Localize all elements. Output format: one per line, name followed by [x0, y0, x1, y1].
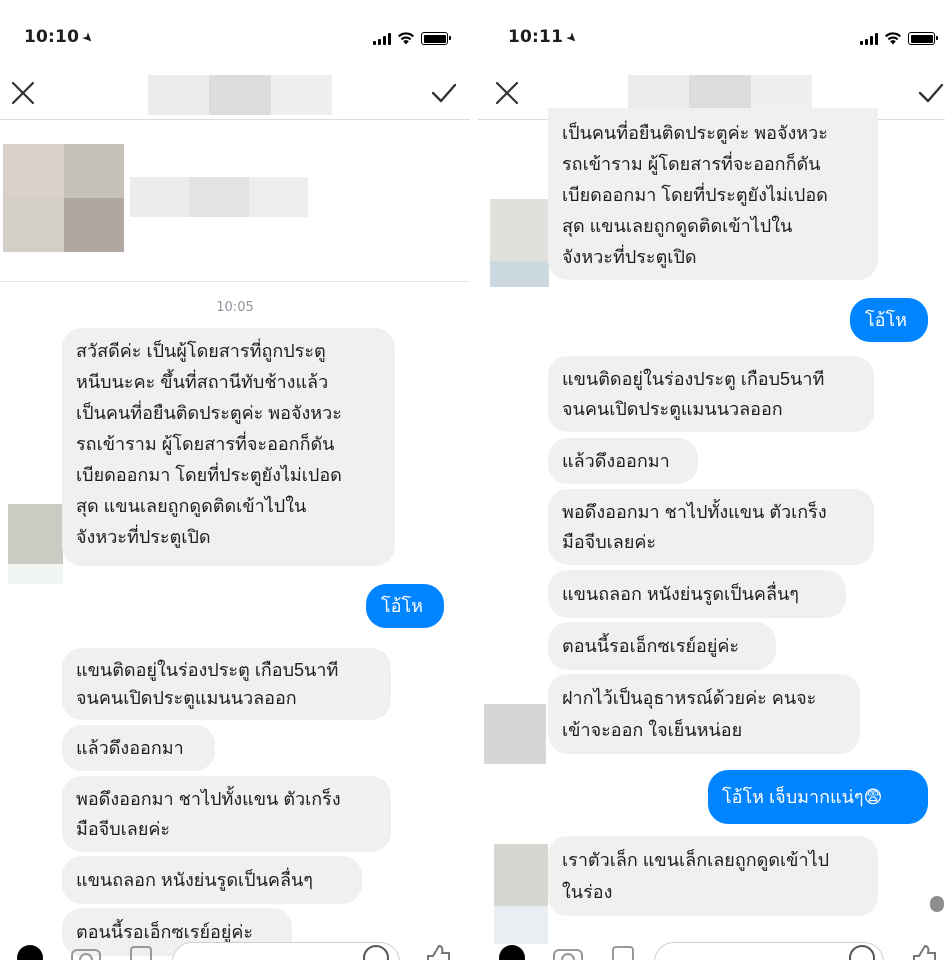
close-icon[interactable]	[494, 80, 520, 106]
message-bubble-incoming: แขนติดอยู่ในร่องประตู เกือบ5นาที จนคนเปิ…	[548, 356, 874, 432]
gallery-icon[interactable]	[128, 944, 154, 960]
sender-avatar	[490, 199, 549, 287]
sender-avatar	[494, 844, 548, 944]
message-bubble-incoming: เป็นคนที่อยืนติดประตูค่ะ พอจังหวะ รถเข้า…	[548, 108, 878, 280]
message-bubble-incoming: เราตัวเล็ก แขนเล็กเลยถูกดูดเข้าไป ในร่อง	[548, 836, 878, 916]
wifi-icon	[397, 31, 415, 45]
location-arrow-icon: ➤	[562, 29, 581, 48]
emoji-icon[interactable]	[362, 944, 390, 960]
message-bubble-outgoing: โอ้โห	[366, 584, 444, 628]
location-arrow-icon: ➤	[78, 29, 97, 48]
status-bar: 10:11➤	[478, 0, 945, 70]
battery-icon	[908, 32, 938, 45]
like-icon[interactable]	[910, 944, 938, 960]
read-receipt-avatar	[930, 896, 944, 912]
status-bar: 10:10➤	[0, 0, 470, 70]
message-bubble-incoming: แล้วดึงออกมา	[548, 438, 698, 484]
gallery-icon[interactable]	[610, 944, 636, 960]
message-bubble-incoming: แขนถลอก หนังย่นรูดเป็นคลื่นๆ	[548, 570, 846, 618]
emoji-icon[interactable]	[848, 944, 876, 960]
message-bubble-outgoing: โอ้โห เจ็บมากแน่ๆ😨	[708, 770, 928, 824]
chat-screenshot-left: 10:10➤ 10:05 สวัสดีค่ะ เป็นผู้โดยสารที่ถ…	[0, 0, 470, 960]
message-bubble-incoming: สวัสดีค่ะ เป็นผู้โดยสารที่ถูกประตู หนีบน…	[62, 328, 395, 566]
battery-icon	[421, 32, 451, 45]
message-composer	[0, 932, 470, 960]
sender-avatar	[8, 504, 63, 584]
system-icons	[373, 29, 451, 45]
close-icon[interactable]	[10, 80, 36, 106]
camera-icon[interactable]	[70, 944, 102, 960]
system-icons	[860, 29, 938, 45]
message-bubble-incoming: แล้วดึงออกมา	[62, 725, 215, 771]
message-timestamp: 10:05	[216, 300, 254, 315]
wifi-icon	[884, 31, 902, 45]
sender-avatar	[484, 704, 546, 764]
message-bubble-incoming: แขนถลอก หนังย่นรูดเป็นคลื่นๆ	[62, 856, 362, 904]
blurred-profile-avatar	[3, 144, 124, 252]
status-time: 10:11➤	[508, 27, 581, 48]
nav-bar	[0, 70, 470, 120]
camera-icon[interactable]	[552, 944, 584, 960]
message-composer	[478, 932, 945, 960]
chat-screenshot-right: 10:11➤ เป็นคนที่อยืนติดประตูค่ะ พอจังหวะ…	[478, 0, 945, 960]
message-bubble-incoming: พอดึงออกมา ชาไปทั้งแขน ตัวเกร็ง มือจีบเล…	[62, 776, 391, 852]
panel-divider	[470, 0, 478, 960]
cellular-signal-icon	[373, 33, 391, 45]
contact-header	[0, 122, 470, 282]
cellular-signal-icon	[860, 33, 878, 45]
more-actions-icon[interactable]	[498, 944, 526, 960]
like-icon[interactable]	[424, 944, 452, 960]
blurred-contact-name	[148, 75, 332, 115]
checkmark-icon[interactable]	[917, 80, 945, 106]
message-bubble-incoming: พอดึงออกมา ชาไปทั้งแขน ตัวเกร็ง มือจีบเล…	[548, 489, 874, 565]
message-bubble-incoming: แขนติดอยู่ในร่องประตู เกือบ5นาที จนคนเปิ…	[62, 648, 391, 720]
more-actions-icon[interactable]	[16, 944, 44, 960]
status-time: 10:10➤	[24, 27, 97, 48]
message-bubble-outgoing: โอ้โห	[850, 298, 928, 342]
blurred-profile-name	[130, 177, 308, 217]
checkmark-icon[interactable]	[430, 80, 458, 106]
message-bubble-incoming: ฝากไว้เป็นอุธาหรณ์ด้วยค่ะ คนจะ เข้าจะออก…	[548, 674, 860, 754]
message-bubble-incoming: ตอนนี้รอเอ็กซเรย์อยู่ค่ะ	[548, 622, 776, 670]
